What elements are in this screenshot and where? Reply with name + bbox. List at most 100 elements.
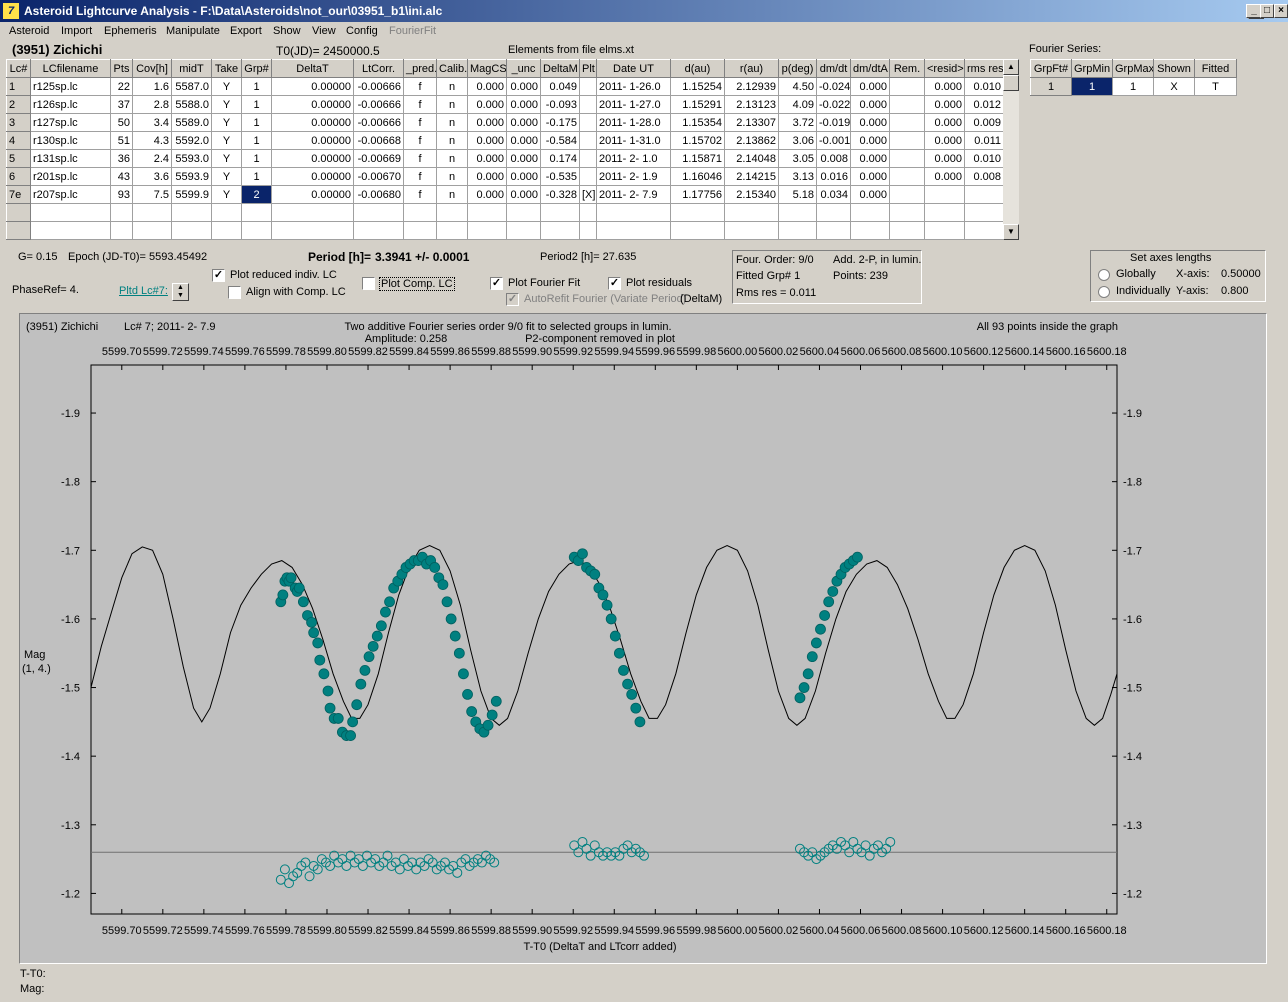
table-row[interactable]: 3 r127sp.lc 50 3.4 5589.0 Y 1 0.00000 -0.00666 f n…: [6, 113, 1004, 132]
table-cell[interactable]: 1: [241, 131, 272, 150]
table-cell[interactable]: r126sp.lc: [30, 95, 111, 114]
table-cell[interactable]: [30, 221, 111, 240]
table-cell[interactable]: [889, 185, 925, 204]
table-cell[interactable]: 0.00000: [271, 77, 354, 96]
column-header[interactable]: MagCS: [467, 59, 507, 78]
table-cell[interactable]: [889, 221, 925, 240]
table-cell[interactable]: 0.009: [964, 113, 1004, 132]
table-cell[interactable]: [271, 203, 354, 222]
table-cell[interactable]: 0.000: [850, 149, 890, 168]
table-cell[interactable]: 2: [241, 185, 272, 204]
table-cell[interactable]: 50: [110, 113, 133, 132]
column-header[interactable]: r(au): [724, 59, 779, 78]
table-cell[interactable]: 4.50: [778, 77, 817, 96]
table-cell[interactable]: [353, 203, 404, 222]
table-cell[interactable]: f: [403, 167, 437, 186]
table-row[interactable]: 7e r207sp.lc 93 7.5 5599.9 Y 2 0.00000 -0.00680 f…: [6, 185, 1004, 204]
column-header[interactable]: LtCorr.: [353, 59, 404, 78]
table-cell[interactable]: 5588.0: [171, 95, 212, 114]
table-cell[interactable]: [579, 203, 597, 222]
table-cell[interactable]: -0.019: [816, 113, 851, 132]
table-cell[interactable]: Y: [211, 77, 242, 96]
table-cell[interactable]: 1.16046: [670, 167, 725, 186]
column-header[interactable]: _unc: [506, 59, 541, 78]
table-cell[interactable]: 0.016: [816, 167, 851, 186]
table-cell[interactable]: -0.00669: [353, 149, 404, 168]
table-cell[interactable]: r201sp.lc: [30, 167, 111, 186]
table-cell[interactable]: 7.5: [132, 185, 172, 204]
table-cell[interactable]: 1.15702: [670, 131, 725, 150]
column-header[interactable]: GrpFt#: [1030, 59, 1072, 78]
column-header[interactable]: d(au): [670, 59, 725, 78]
table-cell[interactable]: [596, 221, 671, 240]
scroll-thumb[interactable]: [1003, 75, 1019, 91]
table-cell[interactable]: 0.00000: [271, 131, 354, 150]
plot-residuals-checkbox[interactable]: ✓: [608, 277, 621, 290]
table-cell[interactable]: 0.000: [850, 185, 890, 204]
table-cell[interactable]: 2.13123: [724, 95, 779, 114]
table-cell[interactable]: 51: [110, 131, 133, 150]
table-cell[interactable]: -0.00668: [353, 131, 404, 150]
table-cell[interactable]: -0.00666: [353, 95, 404, 114]
table-cell[interactable]: n: [436, 113, 468, 132]
table-cell[interactable]: 2011- 2- 7.9: [596, 185, 671, 204]
table-cell[interactable]: 2011- 1-26.0: [596, 77, 671, 96]
table-cell[interactable]: 2011- 1-28.0: [596, 113, 671, 132]
table-cell[interactable]: 0.000: [850, 113, 890, 132]
table-cell[interactable]: 22: [110, 77, 133, 96]
table-cell[interactable]: [353, 221, 404, 240]
table-cell[interactable]: [889, 77, 925, 96]
table-cell[interactable]: Y: [211, 95, 242, 114]
table-cell[interactable]: 0.000: [506, 167, 541, 186]
column-header[interactable]: Fitted: [1194, 59, 1237, 78]
table-cell[interactable]: 1.15871: [670, 149, 725, 168]
autorefit-checkbox[interactable]: ✓: [506, 293, 519, 306]
plot-panel[interactable]: (3951) Zichichi Lc# 7; 2011- 2- 7.9 Two …: [19, 313, 1267, 964]
table-cell[interactable]: 0.000: [924, 167, 965, 186]
menu-asteroid[interactable]: Asteroid: [9, 25, 49, 37]
table-cell[interactable]: 2.13862: [724, 131, 779, 150]
table-cell[interactable]: [506, 203, 541, 222]
table-cell[interactable]: n: [436, 149, 468, 168]
table-scrollbar[interactable]: ▲ ▼: [1003, 59, 1019, 240]
table-cell[interactable]: 2: [6, 95, 31, 114]
program-icon[interactable]: 7: [3, 3, 19, 19]
menu-manipulate[interactable]: Manipulate: [166, 25, 220, 37]
table-cell[interactable]: [579, 113, 597, 132]
table-cell[interactable]: 0.000: [850, 167, 890, 186]
table-cell[interactable]: [579, 95, 597, 114]
table-cell[interactable]: 0.010: [964, 149, 1004, 168]
table-cell[interactable]: -0.001: [816, 131, 851, 150]
table-cell[interactable]: 0.000: [850, 95, 890, 114]
table-cell[interactable]: 0.000: [924, 113, 965, 132]
table-cell[interactable]: 0.000: [850, 131, 890, 150]
lightcurve-table[interactable]: Lc# LCfilename Pts Cov[h] midT Take Grp# DeltaT…: [6, 59, 1004, 240]
table-cell[interactable]: f: [403, 95, 437, 114]
align-comp-checkbox[interactable]: [228, 286, 241, 299]
table-cell[interactable]: [924, 221, 965, 240]
table-cell[interactable]: [211, 221, 242, 240]
table-cell[interactable]: n: [436, 95, 468, 114]
table-cell[interactable]: 0.000: [506, 113, 541, 132]
table-cell[interactable]: 5593.9: [171, 167, 212, 186]
table-cell[interactable]: -0.584: [540, 131, 580, 150]
table-cell[interactable]: 37: [110, 95, 133, 114]
table-cell[interactable]: Y: [211, 149, 242, 168]
table-cell[interactable]: [506, 221, 541, 240]
table-cell[interactable]: 4.3: [132, 131, 172, 150]
column-header[interactable]: p(deg): [778, 59, 817, 78]
table-cell[interactable]: -0.175: [540, 113, 580, 132]
table-cell[interactable]: Y: [211, 185, 242, 204]
table-cell[interactable]: 5592.0: [171, 131, 212, 150]
column-header[interactable]: Plt: [579, 59, 597, 78]
empty-row[interactable]: [6, 203, 1004, 222]
table-cell[interactable]: 3.4: [132, 113, 172, 132]
table-cell[interactable]: Y: [211, 113, 242, 132]
table-cell[interactable]: 1: [1071, 77, 1113, 96]
table-cell[interactable]: [964, 221, 1004, 240]
table-cell[interactable]: 3.72: [778, 113, 817, 132]
table-row[interactable]: 6 r201sp.lc 43 3.6 5593.9 Y 1 0.00000 -0.00670 f n…: [6, 167, 1004, 186]
table-cell[interactable]: Y: [211, 167, 242, 186]
table-cell[interactable]: [436, 221, 468, 240]
table-cell[interactable]: 1: [241, 167, 272, 186]
